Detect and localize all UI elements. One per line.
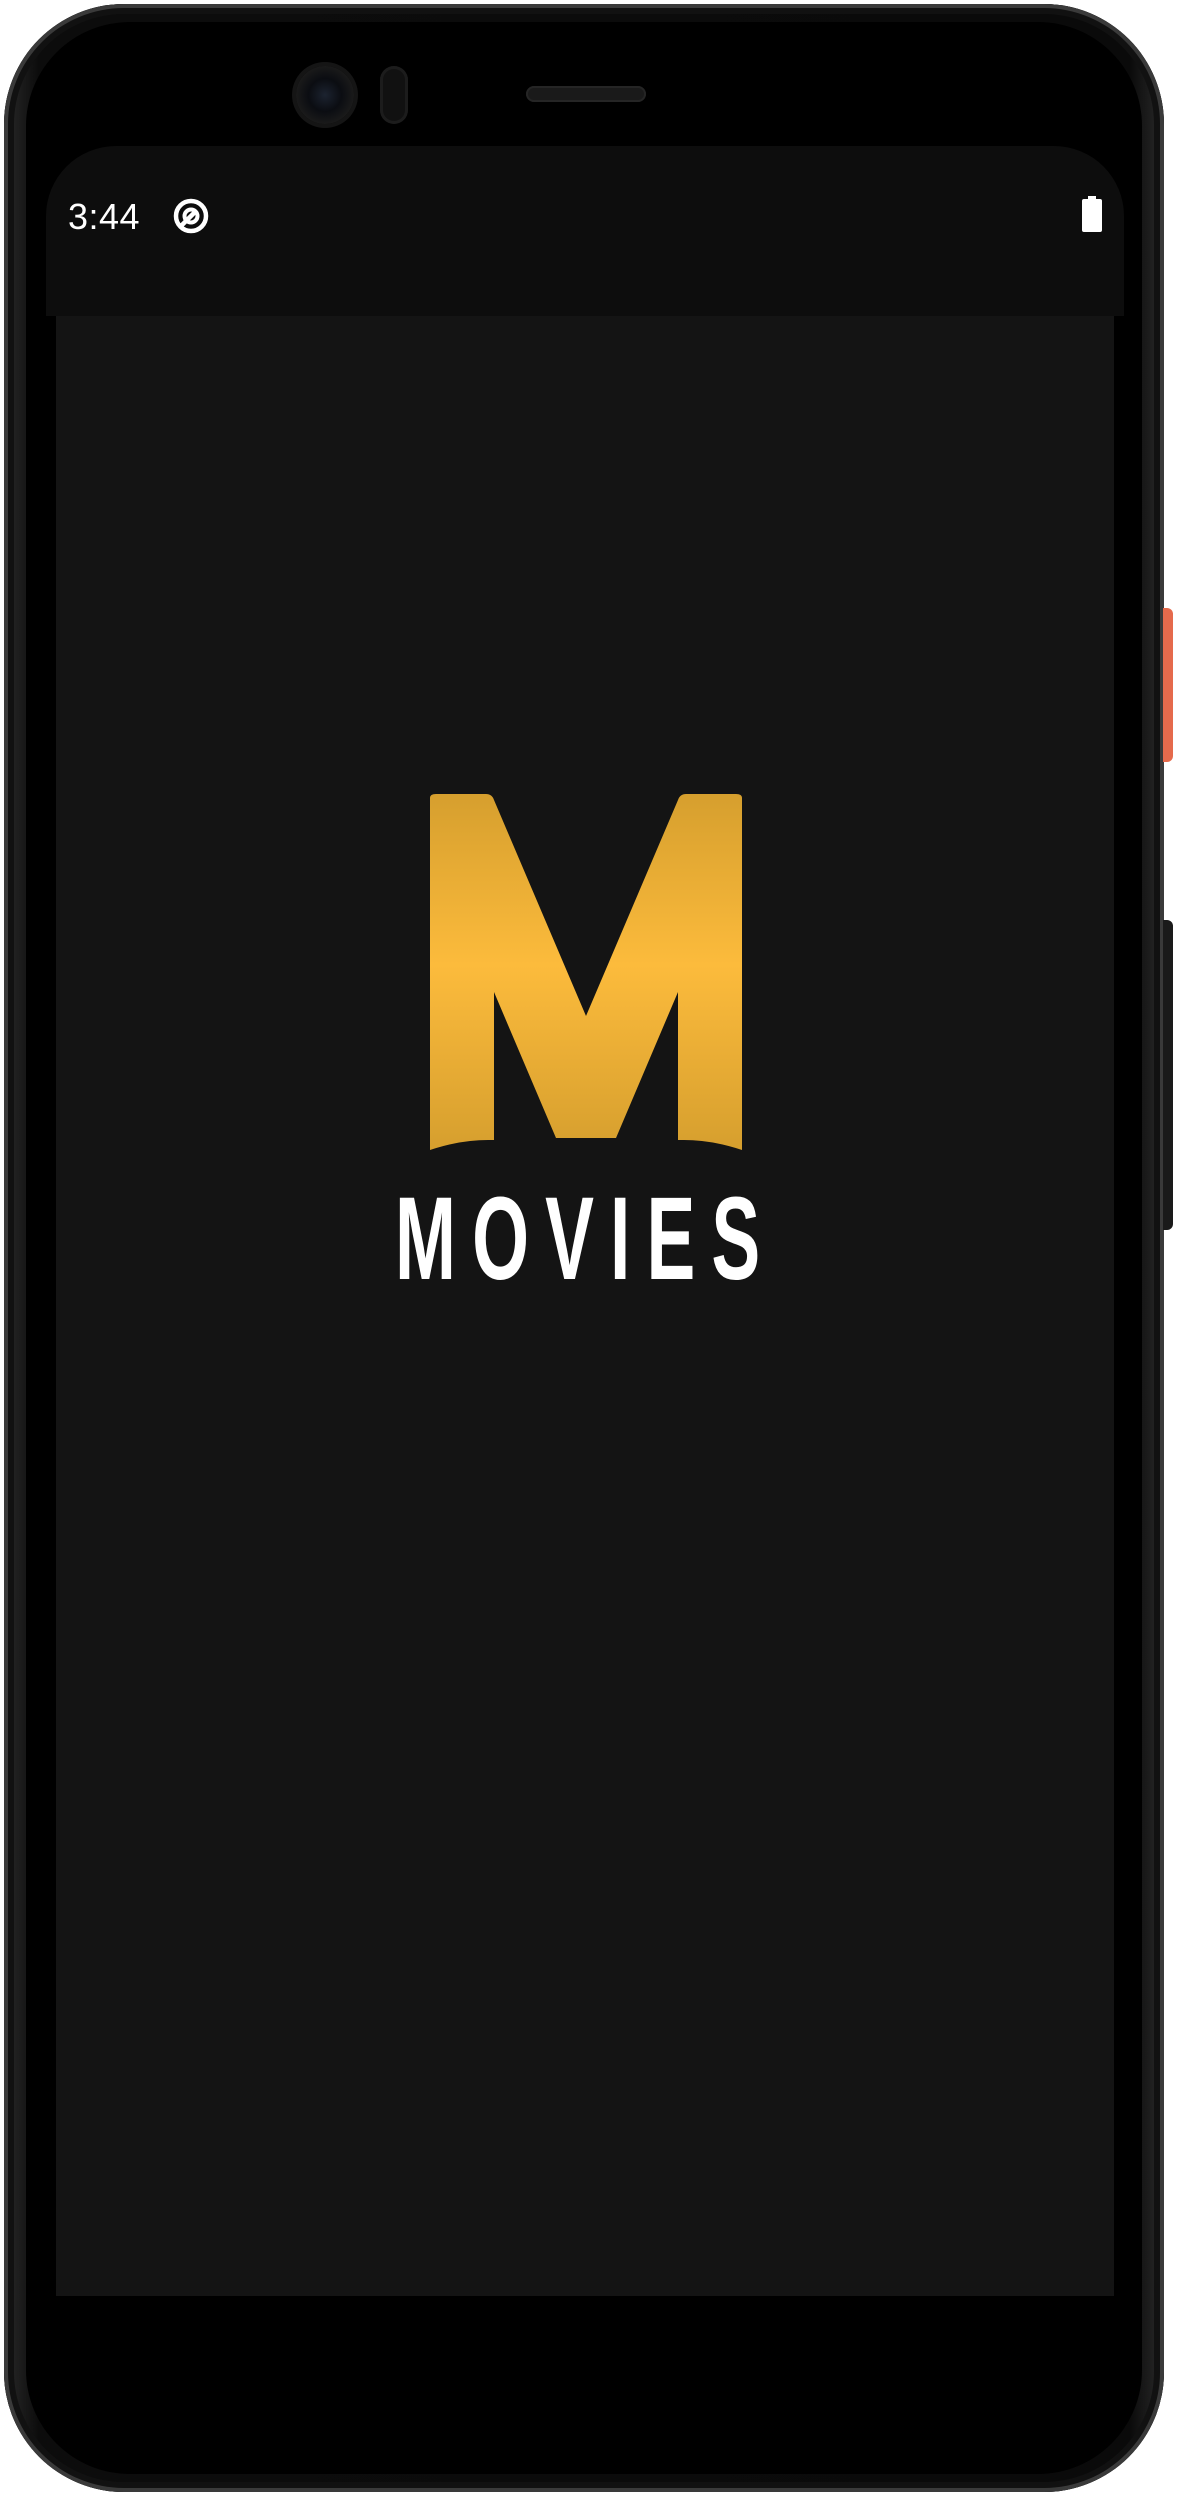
front-camera — [296, 66, 354, 124]
splash-screen — [56, 316, 1114, 2296]
earpiece-speaker — [526, 86, 646, 102]
proximity-sensor — [380, 66, 408, 124]
m-logo-icon — [430, 794, 742, 1150]
notification-app-icon — [171, 196, 211, 236]
brand-title: MOVIES — [395, 1173, 777, 1305]
status-time: 3:44 — [68, 196, 141, 237]
navigation-bar — [46, 2296, 1124, 2428]
status-bar: 3:44 — [46, 146, 1124, 316]
battery-full-icon — [1082, 196, 1102, 232]
power-button — [1163, 608, 1173, 762]
volume-button — [1163, 920, 1173, 1230]
